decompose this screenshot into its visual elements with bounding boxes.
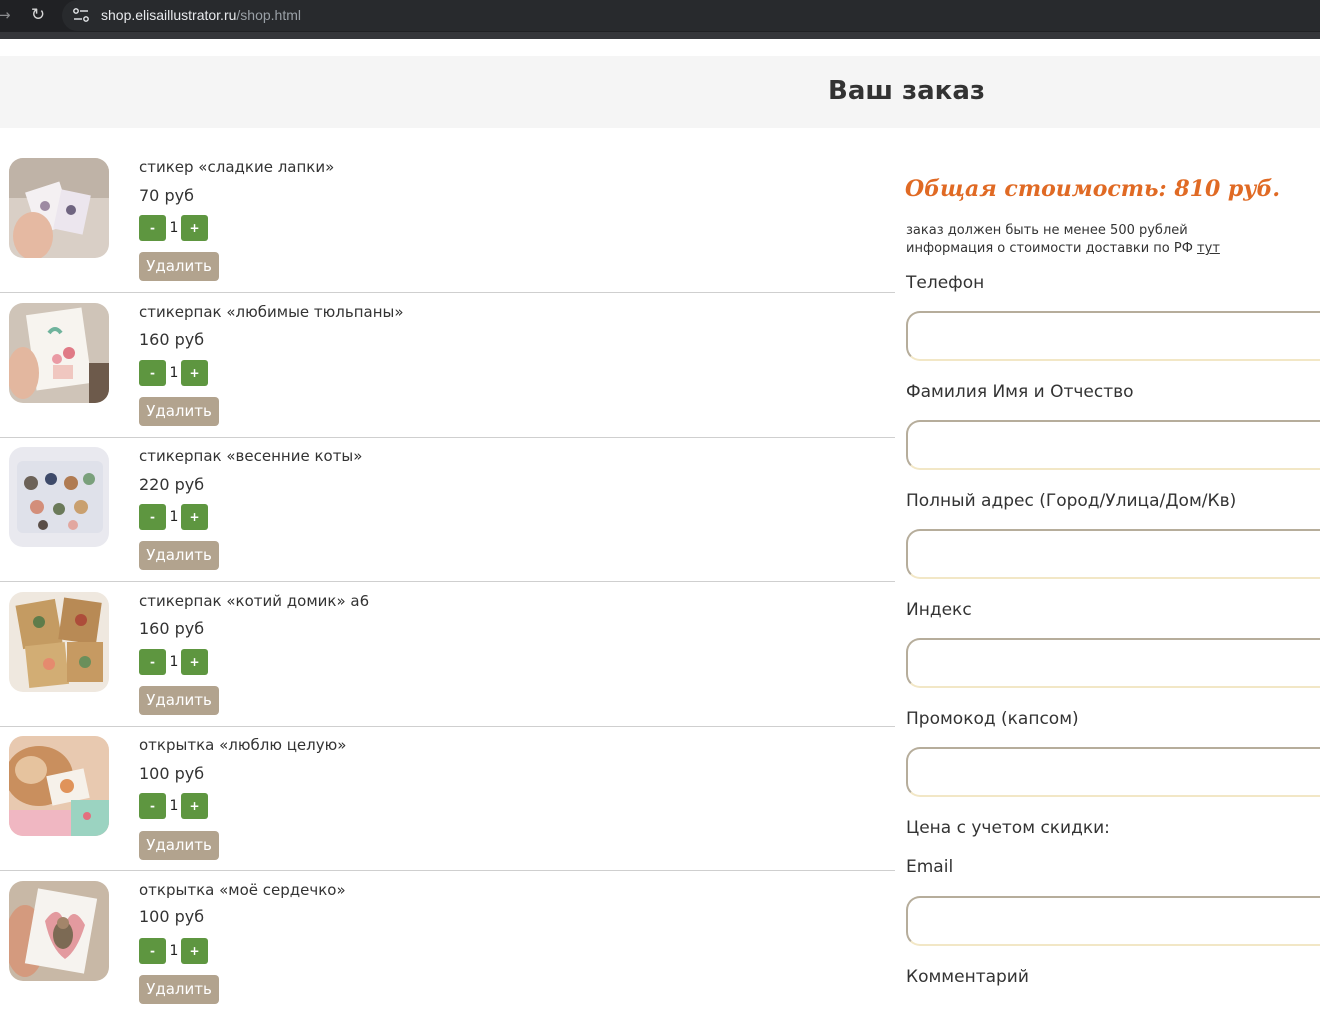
product-name[interactable]: открытка «люблю целую» (139, 736, 346, 754)
product-name[interactable]: открытка «моё сердечко» (139, 881, 346, 899)
address-input[interactable] (906, 529, 1320, 579)
delete-item-button[interactable]: Удалить (139, 397, 219, 426)
promo-input[interactable] (906, 747, 1320, 797)
cart-item: открытка «моё сердечко» 100 руб - 1 + Уд… (0, 871, 895, 1016)
cart-item: стикерпак «весенние коты» 220 руб - 1 + … (0, 437, 895, 582)
product-image (9, 447, 109, 547)
cart-item: стикер «сладкие лапки» 70 руб - 1 + Удал… (0, 148, 895, 293)
site-settings-icon[interactable] (72, 7, 90, 23)
delete-item-button[interactable]: Удалить (139, 541, 219, 570)
product-price: 100 руб (139, 764, 205, 783)
qty-increase-button[interactable]: + (181, 649, 208, 675)
phone-label: Телефон (906, 273, 985, 293)
order-total: Общая стоимость: 810 руб. (905, 176, 1280, 202)
full-name-label: Фамилия Имя и Отчество (906, 382, 1134, 402)
delete-item-button[interactable]: Удалить (139, 831, 219, 860)
product-image (9, 158, 109, 258)
qty-value: 1 (169, 943, 179, 959)
product-name[interactable]: стикер «сладкие лапки» (139, 158, 334, 176)
promo-label: Промокод (капсом) (906, 709, 1079, 729)
product-price: 160 руб (139, 619, 205, 638)
qty-value: 1 (169, 509, 179, 525)
qty-value: 1 (169, 654, 179, 670)
phone-input[interactable] (906, 311, 1320, 361)
cart-item: открытка «люблю целую» 100 руб - 1 + Уда… (0, 726, 895, 871)
qty-decrease-button[interactable]: - (139, 649, 166, 675)
qty-decrease-button[interactable]: - (139, 215, 166, 241)
email-label: Email (906, 857, 954, 877)
product-name[interactable]: стикерпак «котий домик» а6 (139, 592, 369, 610)
full-name-input[interactable] (906, 420, 1320, 470)
delete-item-button[interactable]: Удалить (139, 252, 219, 281)
product-image (9, 303, 109, 403)
qty-decrease-button[interactable]: - (139, 793, 166, 819)
product-price: 100 руб (139, 907, 205, 926)
reload-icon[interactable]: ↻ (28, 5, 48, 25)
qty-decrease-button[interactable]: - (139, 360, 166, 386)
product-image (9, 592, 109, 692)
index-label: Индекс (906, 600, 972, 620)
product-name[interactable]: стикерпак «весенние коты» (139, 447, 362, 465)
qty-decrease-button[interactable]: - (139, 938, 166, 964)
qty-increase-button[interactable]: + (181, 215, 208, 241)
cart-item: стикерпак «любимые тюльпаны» 160 руб - 1… (0, 293, 895, 438)
discount-price-label: Цена с учетом скидки: (906, 818, 1110, 838)
qty-increase-button[interactable]: + (181, 938, 208, 964)
forward-icon[interactable]: → (0, 6, 12, 24)
product-name[interactable]: стикерпак «любимые тюльпаны» (139, 303, 404, 321)
product-price: 220 руб (139, 475, 205, 494)
index-input[interactable] (906, 638, 1320, 688)
delivery-info-link[interactable]: тут (1197, 241, 1220, 256)
product-price: 160 руб (139, 330, 205, 349)
product-image (9, 736, 109, 836)
page-title: Ваш заказ (828, 76, 985, 106)
product-price: 70 руб (139, 186, 194, 205)
address-label: Полный адрес (Город/Улица/Дом/Кв) (906, 491, 1237, 511)
delete-item-button[interactable]: Удалить (139, 686, 219, 715)
browser-toolbar-divider (0, 32, 1320, 39)
qty-increase-button[interactable]: + (181, 504, 208, 530)
comment-label: Комментарий (906, 967, 1029, 987)
qty-value: 1 (169, 365, 179, 381)
qty-decrease-button[interactable]: - (139, 504, 166, 530)
qty-increase-button[interactable]: + (181, 793, 208, 819)
url-text[interactable]: shop.elisaillustrator.ru/shop.html (101, 7, 301, 24)
cart-item: стикерпак «котий домик» а6 160 руб - 1 +… (0, 582, 895, 727)
delivery-note-text: информация о стоимости доставки по РФ (906, 241, 1193, 256)
qty-value: 1 (169, 220, 179, 236)
qty-value: 1 (169, 798, 179, 814)
order-header (0, 56, 1320, 128)
min-order-note: заказ должен быть не менее 500 рублей (906, 223, 1188, 238)
product-image (9, 881, 109, 981)
url-path: /shop.html (236, 7, 301, 23)
url-host: shop.elisaillustrator.ru (101, 7, 237, 23)
email-input[interactable] (906, 896, 1320, 946)
delivery-note: информация о стоимости доставки по РФ ту… (906, 240, 1220, 258)
qty-increase-button[interactable]: + (181, 360, 208, 386)
